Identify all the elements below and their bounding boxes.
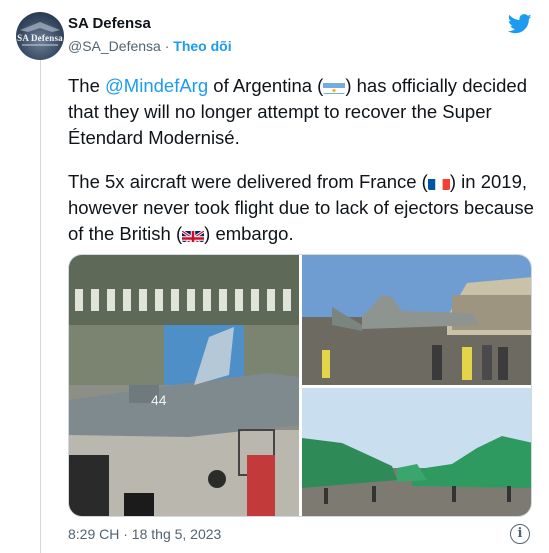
- tweet-text: of Argentina (: [208, 75, 324, 96]
- avatar[interactable]: SA Defensa: [16, 12, 64, 60]
- tweet-card: SA Defensa SA Defensa @SA_Defensa · Theo…: [0, 0, 549, 553]
- tweet-text: The 5x aircraft were delivered from Fran…: [68, 171, 428, 192]
- mention-link[interactable]: @MindefArg: [105, 75, 208, 96]
- tweet-timestamp[interactable]: 8:29 CH · 18 thg 5, 2023: [68, 526, 221, 542]
- tweet-paragraph-1: The @MindefArg of Argentina () has offic…: [68, 73, 538, 151]
- france-flag-icon: [427, 175, 450, 190]
- follow-button[interactable]: Theo dõi: [173, 38, 231, 54]
- photo-wrapped-jets[interactable]: [302, 388, 531, 516]
- uk-flag-icon: [182, 227, 205, 242]
- avatar-text: SA Defensa: [17, 33, 63, 43]
- twitter-bird-icon[interactable]: [508, 14, 532, 34]
- tweet-paragraph-2: The 5x aircraft were delivered from Fran…: [68, 169, 538, 247]
- tweet-text: The: [68, 75, 106, 96]
- account-name[interactable]: SA Defensa: [68, 15, 151, 32]
- info-glyph: i: [517, 526, 523, 541]
- media-grid: 44: [68, 254, 532, 517]
- handle-row: @SA_Defensa · Theo dõi: [68, 38, 232, 54]
- photo-hangar-jet[interactable]: 44: [69, 255, 299, 516]
- svg-text:44: 44: [151, 392, 167, 408]
- separator: ·: [164, 38, 170, 54]
- account-handle[interactable]: @SA_Defensa: [68, 38, 161, 54]
- tweet-text: ) embargo.: [204, 223, 294, 244]
- info-icon[interactable]: i: [510, 524, 530, 544]
- thread-line: [40, 60, 41, 553]
- photo-tarmac-jet[interactable]: [302, 255, 531, 385]
- argentina-flag-icon: [323, 79, 346, 94]
